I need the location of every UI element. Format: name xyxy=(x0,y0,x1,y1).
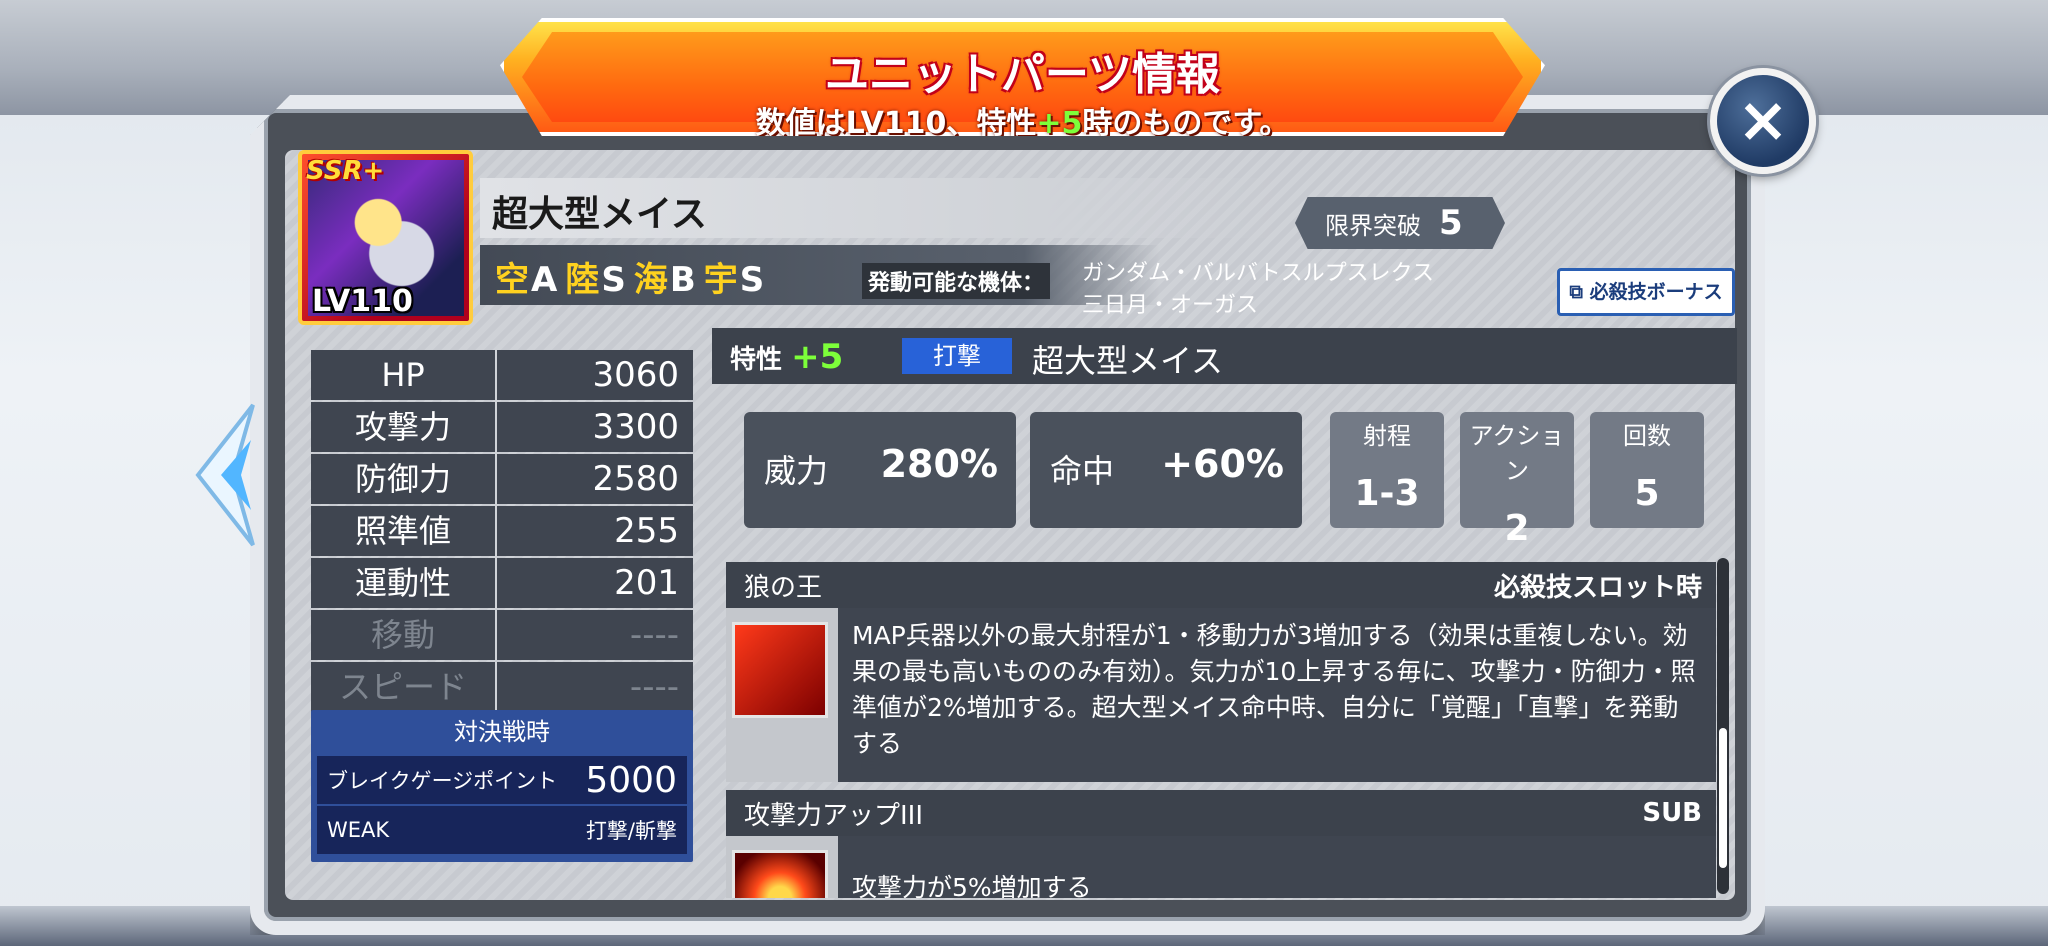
stat-value: 201 xyxy=(497,558,693,608)
level-badge: LV110 xyxy=(312,284,413,319)
stat-value: 255 xyxy=(497,506,693,556)
terrain-land-label: 陸 xyxy=(565,260,602,300)
action-tile: アクション 2 xyxy=(1460,412,1574,549)
usable-units-label: 発動可能な機体： xyxy=(862,263,1051,299)
hit-value: +60% xyxy=(1161,442,1284,486)
action-label: アクション xyxy=(1469,422,1565,485)
stat-label: 攻撃力 xyxy=(311,402,497,452)
part-name: 超大型メイス xyxy=(492,194,707,235)
skill-scrollbar[interactable] xyxy=(1717,558,1729,894)
break-gauge-value: 5000 xyxy=(585,759,677,801)
attack-type-badge: 打撃 xyxy=(902,338,1012,374)
skill-body: 攻撃力が5%増加する xyxy=(726,836,1716,898)
close-button[interactable]: × xyxy=(1710,68,1816,174)
stat-value: 3300 xyxy=(497,402,693,452)
skill-tag: 必殺技スロット時 xyxy=(1493,572,1702,603)
terrain-land-value: S xyxy=(601,260,628,300)
terrain-space-value: S xyxy=(739,260,767,300)
stat-row-mobility: 運動性 201 xyxy=(311,558,693,608)
stat-label: HP xyxy=(311,350,497,400)
skill-body: MAP兵器以外の最大射程が1・移動力が3増加する（効果は重複しない。効果の最も高… xyxy=(726,608,1716,782)
terrain-ratings: 空A 陸S 海B 宇S xyxy=(495,252,772,301)
power-tile: 威力 280% xyxy=(744,412,1016,528)
trait-value: +5 xyxy=(791,337,844,377)
stat-value: 2580 xyxy=(497,454,693,504)
rarity-badge: SSR+ xyxy=(306,156,385,186)
skill-icon xyxy=(732,622,828,718)
stat-row-accuracy: 照準値 255 xyxy=(311,506,693,556)
trait-text: 特性 xyxy=(730,345,783,375)
battle-title: 対決戦時 xyxy=(454,718,550,746)
count-label: 回数 xyxy=(1623,422,1671,450)
skill-header: 狼の王 必殺技スロット時 xyxy=(726,562,1716,608)
terrain-sea-label: 海 xyxy=(633,260,670,300)
terrain-space-label: 宇 xyxy=(703,260,740,300)
banner-subtitle-b: 時のものです。 xyxy=(1082,106,1290,141)
stat-label: 運動性 xyxy=(311,558,497,608)
stat-label: 照準値 xyxy=(311,506,497,556)
usable-unit-1: ガンダム・バルバトスルプスレクス xyxy=(1082,261,1435,286)
stats-table: HP 3060 攻撃力 3300 防御力 2580 照準値 255 運動性 201 移動 -… xyxy=(311,350,693,714)
weak-label: WEAK xyxy=(327,818,390,842)
terrain-sea-value: B xyxy=(669,260,698,300)
limit-break-value: 5 xyxy=(1439,203,1463,243)
banner-subtitle-green: +5 xyxy=(1036,106,1083,141)
special-bonus-label: 必殺技ボーナス xyxy=(1589,281,1723,303)
stat-value: 3060 xyxy=(497,350,693,400)
attack-up-icon xyxy=(732,850,828,898)
hit-tile: 命中 +60% xyxy=(1030,412,1302,528)
usable-unit-2: 三日月・オーガス xyxy=(1082,293,1259,318)
limit-break-label: 限界突破 xyxy=(1325,212,1421,240)
stat-row-attack: 攻撃力 3300 xyxy=(311,402,693,452)
previous-arrow-icon[interactable] xyxy=(193,400,273,550)
range-tile: 射程 1-3 xyxy=(1330,412,1444,528)
usable-units-list: ガンダム・バルバトスルプスレクス 三日月・オーガス xyxy=(1082,258,1434,322)
weapon-detail: 特性 +5 打撃 超大型メイス 威力 280% 命中 +60% 射程 1-3 アクショ… xyxy=(712,328,1737,898)
stat-value: ---- xyxy=(497,662,693,712)
close-icon: × xyxy=(1737,83,1789,156)
header-banner: ユニットパーツ情報 数値はLV110、特性+5時のものです。 xyxy=(500,18,1545,136)
skill-tag: SUB xyxy=(1642,798,1702,828)
trait-label: 特性 +5 xyxy=(730,337,843,377)
stat-row-move: 移動 ---- xyxy=(311,610,693,660)
action-value: 2 xyxy=(1504,508,1530,549)
stat-value: ---- xyxy=(497,610,693,660)
trait-header: 特性 +5 打撃 超大型メイス xyxy=(712,328,1737,384)
weak-value: 打撃/斬撃 xyxy=(585,819,677,843)
banner-subtitle-a: 数値はLV110、特性 xyxy=(755,106,1037,141)
special-bonus-button[interactable]: ⧉ 必殺技ボーナス xyxy=(1557,268,1735,316)
skill-list[interactable]: 狼の王 必殺技スロット時 MAP兵器以外の最大射程が1・移動力が3増加する（効果は… xyxy=(726,562,1716,898)
range-value: 1-3 xyxy=(1354,473,1420,514)
stat-label: 移動 xyxy=(311,610,497,660)
banner-subtitle: 数値はLV110、特性+5時のものです。 xyxy=(504,98,1541,141)
skill-name: 狼の王 xyxy=(744,572,823,603)
stat-row-defense: 防御力 2580 xyxy=(311,454,693,504)
count-tile: 回数 5 xyxy=(1590,412,1704,528)
scroll-thumb[interactable] xyxy=(1719,728,1727,868)
weapon-name: 超大型メイス xyxy=(1032,342,1224,380)
part-portrait-card: SSR+ LV110 xyxy=(298,150,473,325)
terrain-air-value: A xyxy=(531,260,560,300)
stat-row-speed: スピード ---- xyxy=(311,662,693,712)
stat-label: スピード xyxy=(311,662,497,712)
terrain-air-label: 空 xyxy=(495,260,531,300)
battle-info-box: 対決戦時 ブレイクゲージポイント 5000 WEAK 打撃/斬撃 xyxy=(311,710,693,862)
skill-name: 攻撃力アップIII xyxy=(744,800,924,831)
stat-label: 防御力 xyxy=(311,454,497,504)
range-label: 射程 xyxy=(1363,422,1411,450)
skill-description: MAP兵器以外の最大射程が1・移動力が3増加する（効果は重複しない。効果の最も高… xyxy=(838,608,1716,782)
count-value: 5 xyxy=(1634,473,1660,514)
banner-title: ユニットパーツ情報 xyxy=(824,49,1221,100)
break-gauge-row: ブレイクゲージポイント 5000 xyxy=(317,756,687,804)
hit-label: 命中 xyxy=(1050,452,1115,490)
power-value: 280% xyxy=(880,442,998,486)
skill-header: 攻撃力アップIII SUB xyxy=(726,790,1716,836)
limit-break-badge: 限界突破 5 xyxy=(1295,197,1505,249)
copy-icon: ⧉ xyxy=(1569,281,1590,303)
stat-row-hp: HP 3060 xyxy=(311,350,693,400)
weak-row: WEAK 打撃/斬撃 xyxy=(317,806,687,854)
break-gauge-label: ブレイクゲージポイント xyxy=(327,769,558,793)
power-label: 威力 xyxy=(764,452,829,490)
skill-description: 攻撃力が5%増加する xyxy=(838,836,1716,898)
